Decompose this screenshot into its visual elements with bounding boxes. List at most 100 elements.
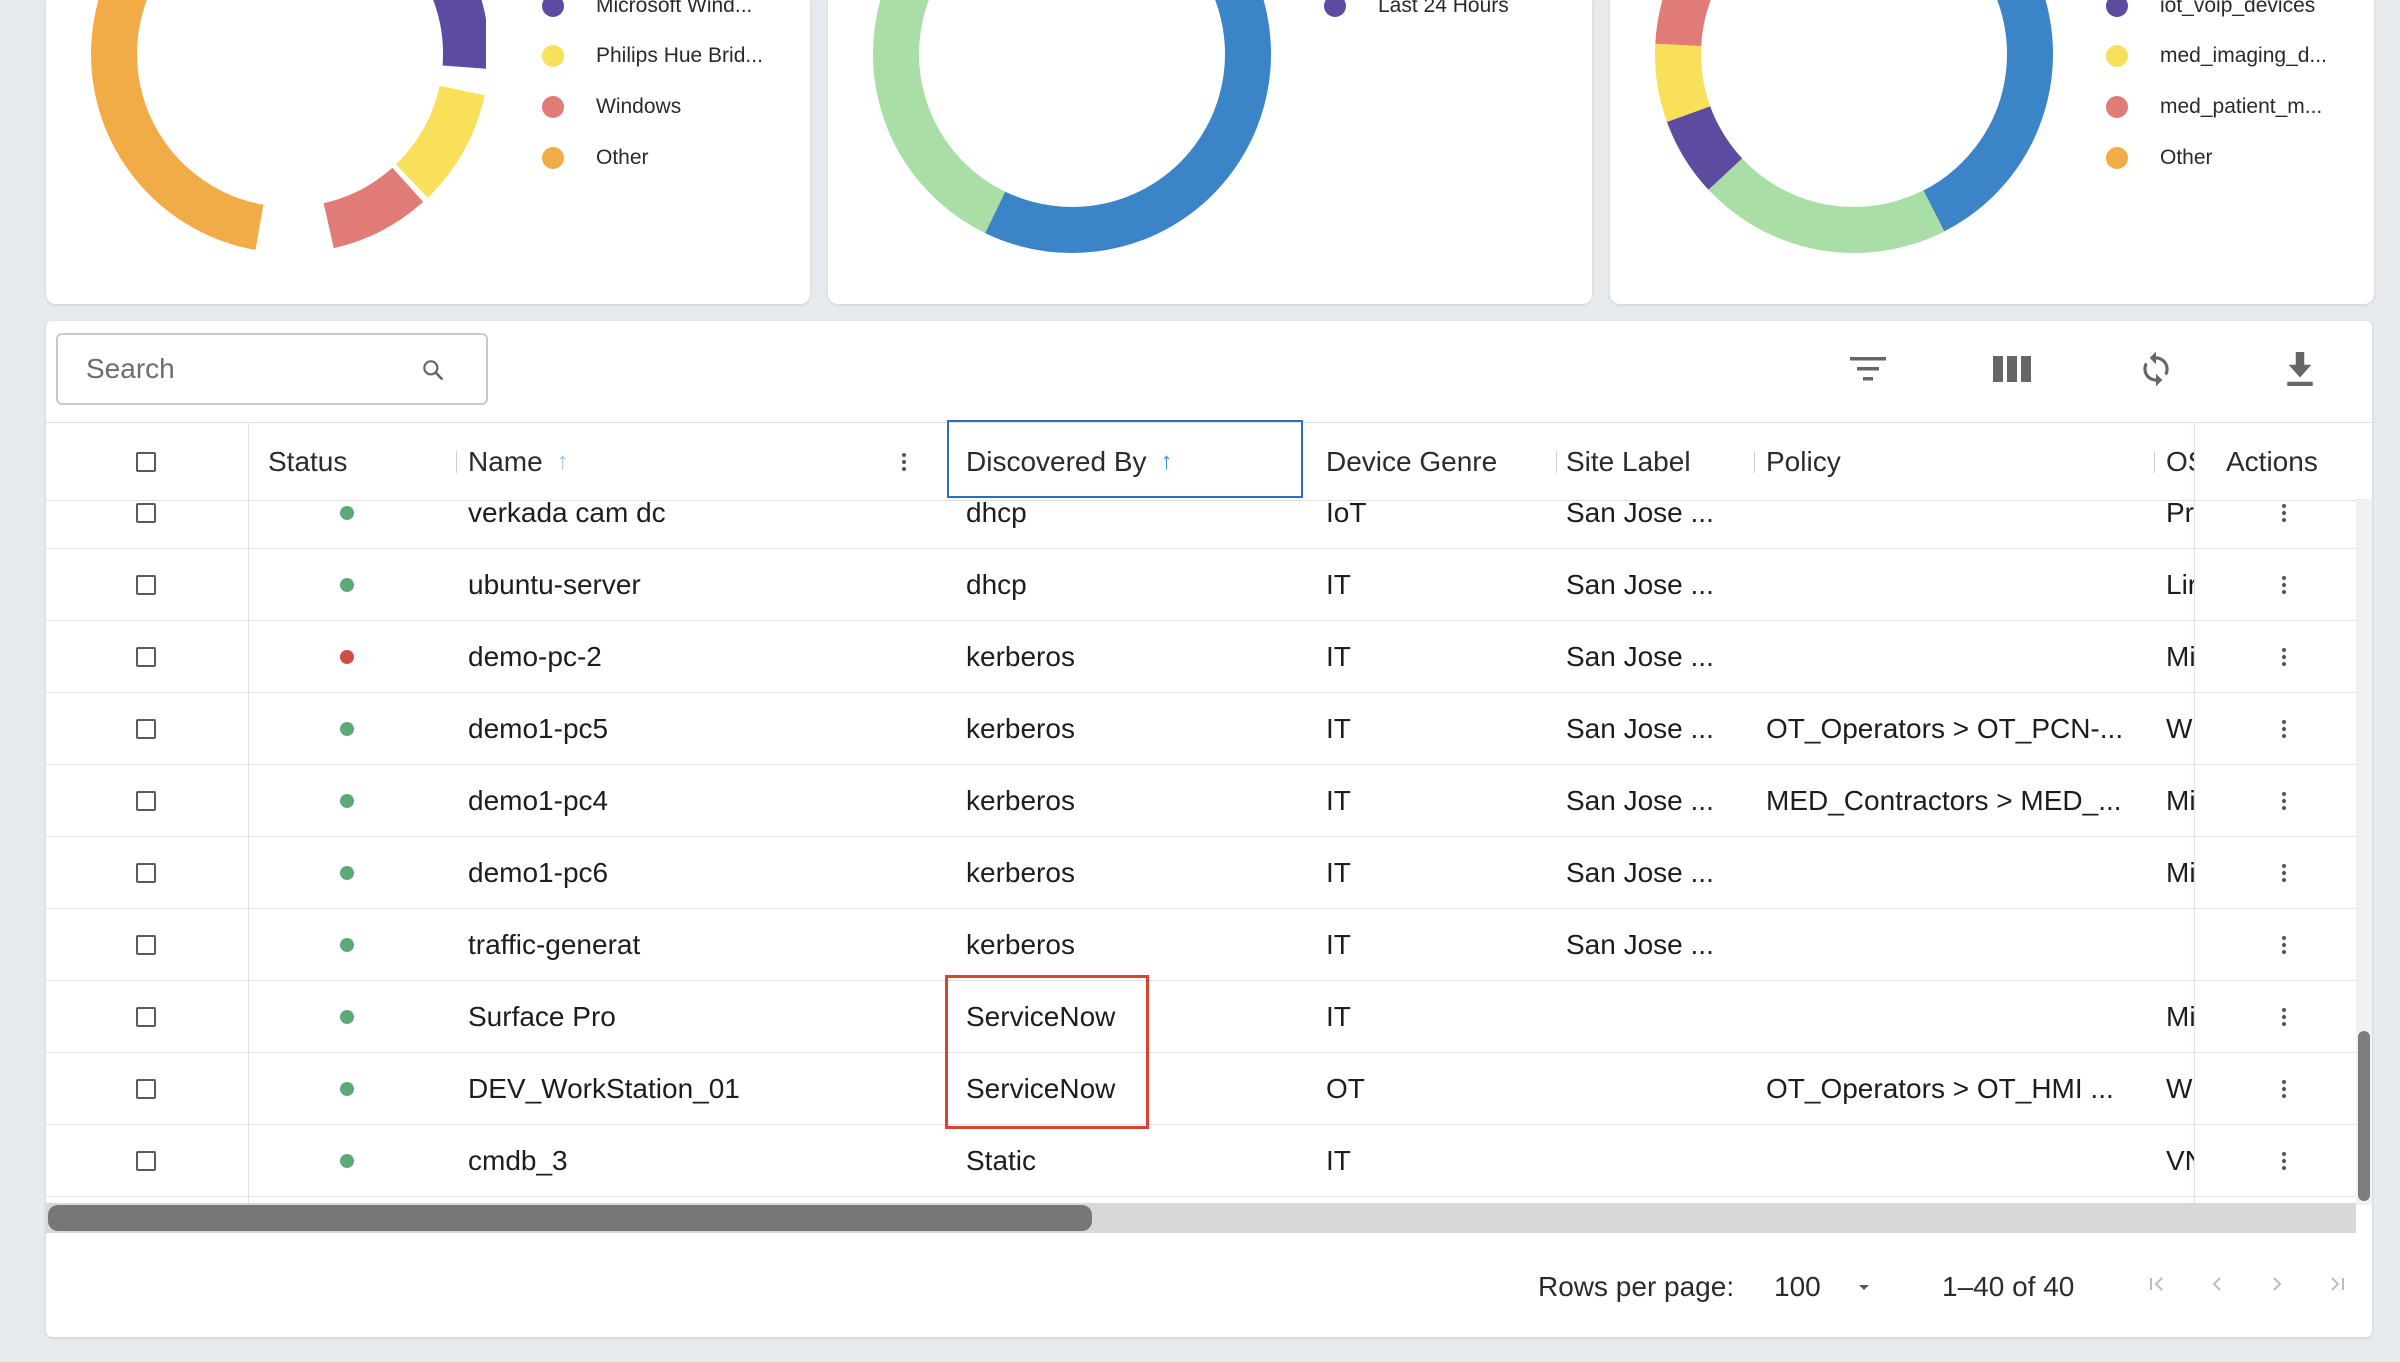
row-select-cell[interactable] <box>136 499 156 549</box>
last-page-icon <box>2331 1277 2344 1291</box>
name-cell[interactable]: DEV_WorkStation_01 <box>468 1053 928 1125</box>
name-cell[interactable]: demo1-pc4 <box>468 765 928 837</box>
column-header-label: Site Label <box>1566 445 1691 477</box>
more-vert-icon <box>2282 504 2286 522</box>
name-cell[interactable]: Surface Pro <box>468 981 928 1053</box>
legend-label: Philips Hue Brid... <box>596 44 763 67</box>
column-separator[interactable] <box>2154 451 2155 473</box>
name-cell[interactable]: demo1-pc5 <box>468 693 928 765</box>
column-header-status[interactable]: Status <box>268 423 347 500</box>
search-input[interactable] <box>84 352 388 386</box>
os-cell: VN <box>2166 1145 2194 1176</box>
row-select-cell[interactable] <box>136 1053 156 1125</box>
row-checkbox[interactable] <box>136 1151 156 1171</box>
row-select-cell[interactable] <box>136 1125 156 1197</box>
horizontal-scroll-thumb[interactable] <box>48 1205 1092 1231</box>
row-actions-button[interactable] <box>2274 1125 2294 1197</box>
sort-arrow-icon[interactable]: ↑ <box>557 448 569 476</box>
more-vert-icon <box>2282 648 2286 666</box>
row-checkbox[interactable] <box>136 503 156 523</box>
row-select-cell[interactable] <box>136 981 156 1053</box>
table-row[interactable]: ubuntu-server dhcp IT San Jose ... Lir <box>46 549 2356 621</box>
previous-page-button[interactable] <box>2200 1267 2234 1301</box>
column-separator[interactable] <box>1754 451 1755 473</box>
column-menu-button[interactable] <box>902 423 906 500</box>
name-cell[interactable]: cmdb_3 <box>468 1125 928 1197</box>
row-actions-button[interactable] <box>2274 693 2294 765</box>
name-cell[interactable]: demo1-pc6 <box>468 837 928 909</box>
column-menu-icon <box>902 452 906 471</box>
column-header-os[interactable]: OS <box>2166 423 2194 500</box>
row-checkbox[interactable] <box>136 575 156 595</box>
row-select-cell[interactable] <box>136 549 156 621</box>
column-header-policy[interactable]: Policy <box>1766 423 1841 500</box>
search-icon[interactable] <box>420 357 446 383</box>
name-cell[interactable]: verkada cam dc <box>468 499 928 549</box>
devices-grid: Status Name ↑ Discovered By ↑ Device Gen… <box>46 321 2372 1337</box>
row-actions-button[interactable] <box>2274 549 2294 621</box>
row-actions-button[interactable] <box>2274 621 2294 693</box>
row-actions-button[interactable] <box>2274 765 2294 837</box>
table-row[interactable]: DEV_WorkStation_01 ServiceNow OT OT_Oper… <box>46 1053 2356 1125</box>
policy-cell <box>1766 837 2146 909</box>
row-checkbox[interactable] <box>136 935 156 955</box>
legend-label: iot_voip_devices <box>2160 0 2316 17</box>
column-header-device-genre[interactable]: Device Genre <box>1326 423 1497 500</box>
status-dot <box>340 866 354 880</box>
select-all-cell[interactable] <box>136 423 156 500</box>
table-row[interactable]: Surface Pro ServiceNow IT Mi <box>46 981 2356 1053</box>
next-page-button[interactable] <box>2260 1267 2294 1301</box>
column-header-name[interactable]: Name ↑ <box>468 423 569 500</box>
device-genre-cell: IT <box>1326 857 1351 888</box>
row-checkbox[interactable] <box>136 1079 156 1099</box>
column-separator[interactable] <box>456 451 457 473</box>
columns-button[interactable] <box>1988 345 2036 393</box>
row-checkbox[interactable] <box>136 719 156 739</box>
vertical-scroll-thumb[interactable] <box>2358 1031 2370 1201</box>
row-checkbox[interactable] <box>136 1007 156 1027</box>
row-select-cell[interactable] <box>136 909 156 981</box>
caret-down-icon[interactable] <box>1856 1283 1872 1293</box>
row-actions-button[interactable] <box>2274 981 2294 1053</box>
table-row[interactable]: demo1-pc5 kerberos IT San Jose ... OT_Op… <box>46 693 2356 765</box>
first-page-button[interactable] <box>2140 1267 2174 1301</box>
table-row[interactable]: demo1-pc4 kerberos IT San Jose ... MED_C… <box>46 765 2356 837</box>
filter-button[interactable] <box>1844 345 1892 393</box>
row-checkbox[interactable] <box>136 647 156 667</box>
status-cell <box>340 693 354 765</box>
row-select-cell[interactable] <box>136 621 156 693</box>
status-cell <box>340 549 354 621</box>
select-all-checkbox[interactable] <box>136 451 156 472</box>
column-header-site-label[interactable]: Site Label <box>1566 423 1691 500</box>
row-select-cell[interactable] <box>136 765 156 837</box>
site-label-cell: San Jose ... <box>1566 785 1714 816</box>
row-checkbox[interactable] <box>136 863 156 883</box>
download-button[interactable] <box>2276 345 2324 393</box>
name-cell[interactable]: demo-pc-2 <box>468 621 928 693</box>
table-row[interactable]: verkada cam dc dhcp IoT San Jose ... Pr <box>46 499 2356 549</box>
refresh-button[interactable] <box>2132 345 2180 393</box>
table-row[interactable]: demo-pc-2 kerberos IT San Jose ... Mi <box>46 621 2356 693</box>
column-header-discovered-by[interactable]: Discovered By ↑ <box>966 423 1173 500</box>
legend-dot <box>2106 45 2128 67</box>
row-actions-button[interactable] <box>2274 1053 2294 1125</box>
row-checkbox[interactable] <box>136 791 156 811</box>
name-cell[interactable]: traffic-generat <box>468 909 928 981</box>
table-row[interactable]: traffic-generat kerberos IT San Jose ... <box>46 909 2356 981</box>
name-cell[interactable]: ubuntu-server <box>468 549 928 621</box>
row-actions-button[interactable] <box>2274 837 2294 909</box>
row-select-cell[interactable] <box>136 837 156 909</box>
legend-label: Microsoft Wind... <box>596 0 753 17</box>
status-cell <box>340 909 354 981</box>
row-select-cell[interactable] <box>136 693 156 765</box>
table-row[interactable]: cmdb_3 Static IT VN <box>46 1125 2356 1197</box>
table-row[interactable]: demo1-pc6 kerberos IT San Jose ... Mi <box>46 837 2356 909</box>
sort-arrow-icon[interactable]: ↑ <box>1161 448 1173 476</box>
last-page-button[interactable] <box>2320 1267 2354 1301</box>
legend-dot <box>542 45 564 67</box>
row-actions-button[interactable] <box>2274 499 2294 549</box>
row-actions-button[interactable] <box>2274 909 2294 981</box>
search-field[interactable] <box>56 333 488 405</box>
column-separator[interactable] <box>1556 451 1557 473</box>
rows-per-page-select[interactable]: 100 <box>1774 1271 1821 1303</box>
